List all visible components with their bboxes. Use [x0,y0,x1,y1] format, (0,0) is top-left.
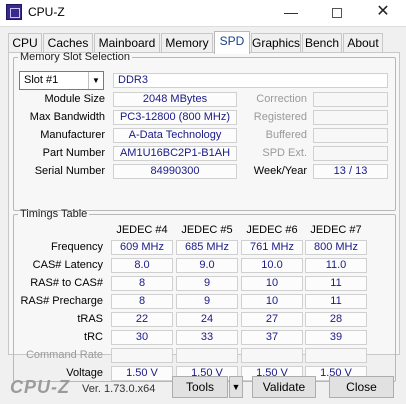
close-button[interactable]: Close [329,376,394,398]
spd-ext-label: SPD Ext. [262,147,307,159]
slot-select[interactable]: Slot #1 ▼ [19,71,104,90]
timing-cell: 10 [241,294,303,309]
timing-cell: 30 [111,330,173,345]
timing-cell: 22 [111,312,173,327]
timings-table-legend: Timings Table [20,208,88,220]
minimize-button[interactable]: — [268,0,314,26]
slot-select-value: Slot #1 [24,74,59,86]
memory-type-value: DDR3 [113,73,388,88]
module-size-value: 2048 MBytes [113,92,237,107]
validate-button[interactable]: Validate [252,376,316,398]
window-client: CPU Caches Mainboard Memory SPD Graphics… [0,26,406,404]
timing-cell: 24 [176,312,238,327]
memory-slot-selection-legend: Memory Slot Selection [20,51,131,63]
buffered-value [313,128,388,143]
timing-cell: 27 [241,312,303,327]
tras-label: tRAS [77,313,103,325]
ras-to-cas-label: RAS# to CAS# [30,277,103,289]
registered-value [313,110,388,125]
part-number-value: AM1U16BC2P1-B1AH [113,146,237,161]
maximize-button[interactable] [314,0,360,26]
dropdown-arrow-icon: ▼ [88,72,103,89]
timing-cell: 37 [241,330,303,345]
module-size-label: Module Size [44,93,105,105]
window-title: CPU-Z [28,5,65,19]
timing-cell: 11 [305,276,367,291]
timing-cell [176,348,238,363]
correction-label: Correction [256,93,307,105]
trc-label: tRC [84,331,103,343]
timing-cell: 8 [111,294,173,309]
tab-graphics[interactable]: Graphics [251,33,301,53]
maximize-icon [332,8,342,19]
timing-cell: 10 [241,276,303,291]
command-rate-label: Command Rate [25,349,103,361]
column-header-jedec-7: JEDEC #7 [310,224,362,236]
tab-spd[interactable]: SPD [214,31,250,54]
timing-cell: 9 [176,276,238,291]
max-bandwidth-label: Max Bandwidth [29,111,105,123]
title-bar: CPU-Z — ✕ [0,0,406,26]
registered-label: Registered [253,111,307,123]
manufacturer-label: Manufacturer [40,129,105,141]
frequency-label: Frequency [51,241,103,253]
timing-cell: 11 [305,294,367,309]
timing-cell [111,348,173,363]
tab-cpu[interactable]: CPU [8,33,42,53]
cpu-z-brand-logo: CPU-Z [10,377,70,397]
manufacturer-value: A-Data Technology [113,128,237,143]
version-text: Ver. 1.73.0.x64 [82,383,156,395]
timing-cell [241,348,303,363]
ras-precharge-label: RAS# Precharge [20,295,103,307]
column-header-jedec-4: JEDEC #4 [116,224,168,236]
week-year-value: 13 / 13 [313,164,388,179]
tab-memory[interactable]: Memory [161,33,213,53]
timing-cell: 761 MHz [241,240,303,255]
cas-latency-label: CAS# Latency [32,259,103,271]
tab-caches[interactable]: Caches [43,33,93,53]
timing-cell: 8 [111,276,173,291]
week-year-label: Week/Year [253,165,307,177]
max-bandwidth-value: PC3-12800 (800 MHz) [113,110,237,125]
dropdown-arrow-icon: ▼ [231,382,241,392]
column-header-jedec-5: JEDEC #5 [181,224,233,236]
timing-cell: 8.0 [111,258,173,273]
timing-cell: 609 MHz [111,240,173,255]
tools-dropdown-button[interactable]: ▼ [229,376,243,398]
tab-about[interactable]: About [343,33,383,53]
timing-cell [305,348,367,363]
timing-cell: 28 [305,312,367,327]
tab-mainboard[interactable]: Mainboard [94,33,160,53]
timing-cell: 800 MHz [305,240,367,255]
serial-number-value: 84990300 [113,164,237,179]
timing-cell: 39 [305,330,367,345]
tools-button[interactable]: Tools [172,376,228,398]
close-window-button[interactable]: ✕ [360,0,406,26]
timing-cell: 10.0 [241,258,303,273]
tab-bench[interactable]: Bench [302,33,342,53]
cpu-z-app-icon [6,4,22,20]
column-header-jedec-6: JEDEC #6 [246,224,298,236]
spd-ext-value [313,146,388,161]
timing-cell: 9 [176,294,238,309]
part-number-label: Part Number [42,147,105,159]
serial-number-label: Serial Number [34,165,105,177]
timing-cell: 11.0 [305,258,367,273]
footer-bar: CPU-Z Ver. 1.73.0.x64 Tools ▼ Validate C… [0,369,406,404]
timing-cell: 33 [176,330,238,345]
timing-cell: 685 MHz [176,240,238,255]
timing-cell: 9.0 [176,258,238,273]
spd-panel: Memory Slot Selection Slot #1 ▼ DDR3 Mod… [8,51,400,382]
buffered-label: Buffered [265,129,307,141]
correction-value [313,92,388,107]
